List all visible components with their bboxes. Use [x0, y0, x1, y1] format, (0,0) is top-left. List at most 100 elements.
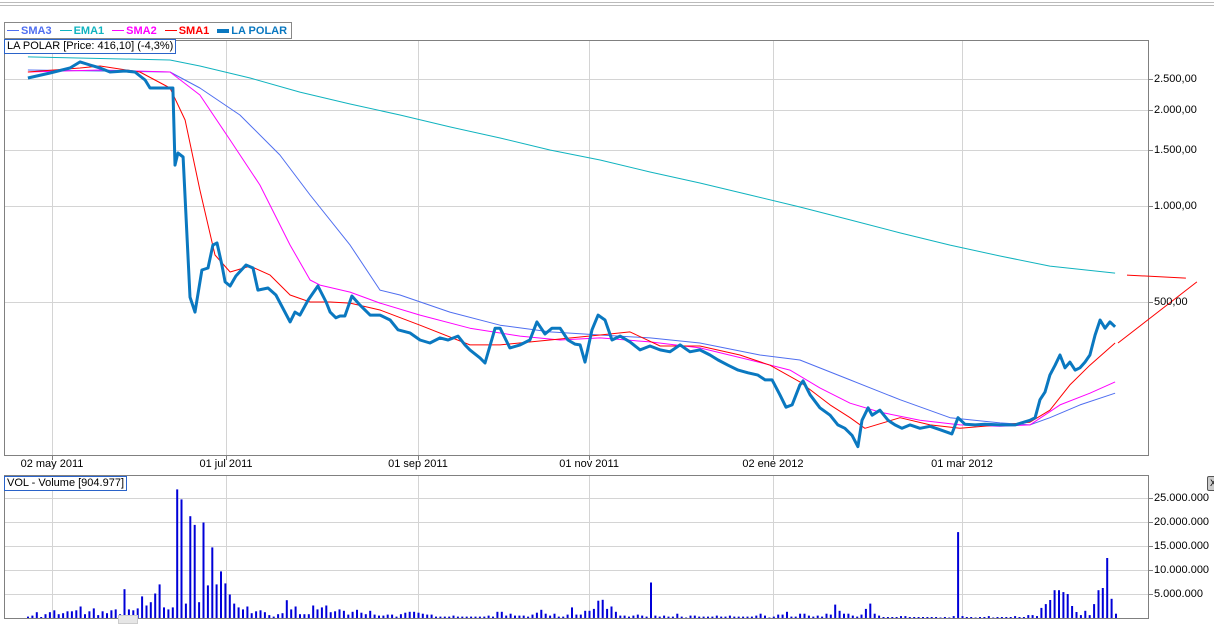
volume-tick-label: 15.000.000 — [1154, 539, 1210, 552]
volume-bar — [900, 616, 902, 618]
volume-bar — [965, 617, 968, 618]
volume-bar — [961, 616, 964, 618]
volume-bar — [206, 585, 209, 618]
volume-bar — [742, 616, 745, 618]
volume-bar — [917, 617, 920, 618]
legend-item-sma3[interactable]: SMA3 — [7, 25, 52, 37]
volume-bar — [908, 617, 911, 618]
volume-bar — [737, 616, 740, 618]
series-line-sma1[interactable] — [27, 65, 1116, 429]
volume-bar — [399, 614, 402, 618]
volume-bar — [886, 617, 889, 618]
close-panel-button[interactable]: X — [1207, 476, 1214, 491]
volume-bar — [141, 596, 144, 618]
volume-bar — [904, 616, 907, 618]
volume-bar — [272, 616, 275, 618]
legend-item-sma2[interactable]: SMA2 — [112, 25, 157, 37]
volume-bar — [413, 611, 416, 618]
volume-bar — [834, 604, 837, 618]
volume-bar — [544, 613, 547, 618]
close-icon: X — [1209, 478, 1214, 488]
volume-bar — [1106, 558, 1109, 618]
volume-bar — [351, 611, 354, 618]
volume-bar — [579, 614, 582, 618]
y-tick-label: 1.000,00 — [1154, 199, 1197, 212]
volume-bar — [588, 610, 591, 618]
volume-bar — [974, 617, 977, 618]
volume-bar — [1036, 616, 1038, 618]
legend-item-ema1[interactable]: EMA1 — [59, 25, 104, 37]
volume-bar — [263, 612, 266, 618]
volume-bar — [70, 611, 73, 618]
volume-bar — [777, 614, 780, 618]
volume-bar — [66, 611, 69, 618]
volume-bar — [1000, 617, 1003, 618]
volume-bar — [417, 612, 420, 618]
volume-bar — [983, 617, 986, 618]
volume-bar — [930, 617, 933, 618]
volume-bar — [935, 617, 938, 618]
volume-bar — [79, 606, 82, 618]
volume-bar — [342, 610, 345, 618]
volume-bar — [114, 609, 117, 618]
volume-bar — [255, 611, 258, 618]
volume-bar — [1071, 606, 1074, 618]
volume-bar — [803, 613, 806, 618]
volume-bar — [465, 616, 468, 618]
volume-bar — [1079, 615, 1082, 618]
series-line-ema1[interactable] — [27, 56, 1116, 274]
volume-bar — [825, 613, 828, 618]
y-tick-label: 500,00 — [1154, 295, 1188, 308]
volume-tick-label: 10.000.000 — [1154, 563, 1210, 576]
legend-label: SMA2 — [126, 24, 157, 37]
volume-bar — [193, 524, 196, 618]
volume-bar — [619, 615, 622, 618]
volume-bar — [373, 614, 376, 618]
volume-bar — [1058, 590, 1060, 618]
y-tick-label: 2.500,00 — [1154, 72, 1197, 85]
legend-label: SMA3 — [21, 24, 52, 37]
volume-bar — [693, 615, 696, 618]
volume-bar — [360, 612, 363, 618]
volume-bar — [27, 616, 29, 618]
volume-bar — [873, 613, 876, 618]
volume-bar — [812, 616, 815, 618]
volume-bar — [356, 609, 358, 618]
volume-bar — [869, 603, 872, 618]
volume-bar — [500, 611, 503, 618]
volume-bar — [987, 616, 990, 618]
series-line-sma1-projection[interactable] — [1117, 281, 1198, 344]
volume-bar — [285, 600, 288, 618]
volume-bar — [645, 616, 648, 618]
volume-bar — [584, 610, 587, 618]
volume-bar — [228, 594, 231, 618]
volume-bar — [689, 615, 692, 618]
volume-bar — [1101, 588, 1104, 618]
volume-bar — [979, 617, 981, 618]
volume-bar — [369, 610, 372, 618]
volume-bar — [149, 602, 152, 618]
volume-tick-label: 5.000.000 — [1154, 587, 1203, 600]
volume-bar — [378, 615, 380, 618]
series-line-la-polar[interactable] — [27, 60, 1117, 449]
series-line-sma3[interactable] — [27, 69, 1116, 426]
volume-bar — [189, 516, 192, 618]
legend-item-la-polar[interactable]: LA POLAR — [217, 25, 287, 37]
volume-bar — [970, 617, 973, 618]
volume-bar — [851, 615, 854, 618]
volume-bar — [816, 615, 819, 618]
volume-bar — [671, 616, 674, 618]
price-panel-label: LA POLAR [Price: 416,10] (-4,3%) — [4, 39, 177, 54]
x-tick-label: 02 may 2011 — [20, 458, 84, 470]
volume-bar — [202, 522, 205, 618]
volume-bar — [518, 615, 521, 618]
series-line-sma1-level[interactable] — [1126, 274, 1186, 279]
chart-canvas[interactable] — [0, 0, 1214, 622]
volume-bar — [215, 584, 218, 618]
volume-bar — [237, 607, 240, 618]
series-line-sma2[interactable] — [27, 69, 1116, 427]
scrollbar-thumb[interactable] — [118, 615, 138, 624]
volume-bar — [799, 613, 802, 618]
legend-item-sma1[interactable]: SMA1 — [164, 25, 209, 37]
volume-bar — [807, 615, 810, 618]
